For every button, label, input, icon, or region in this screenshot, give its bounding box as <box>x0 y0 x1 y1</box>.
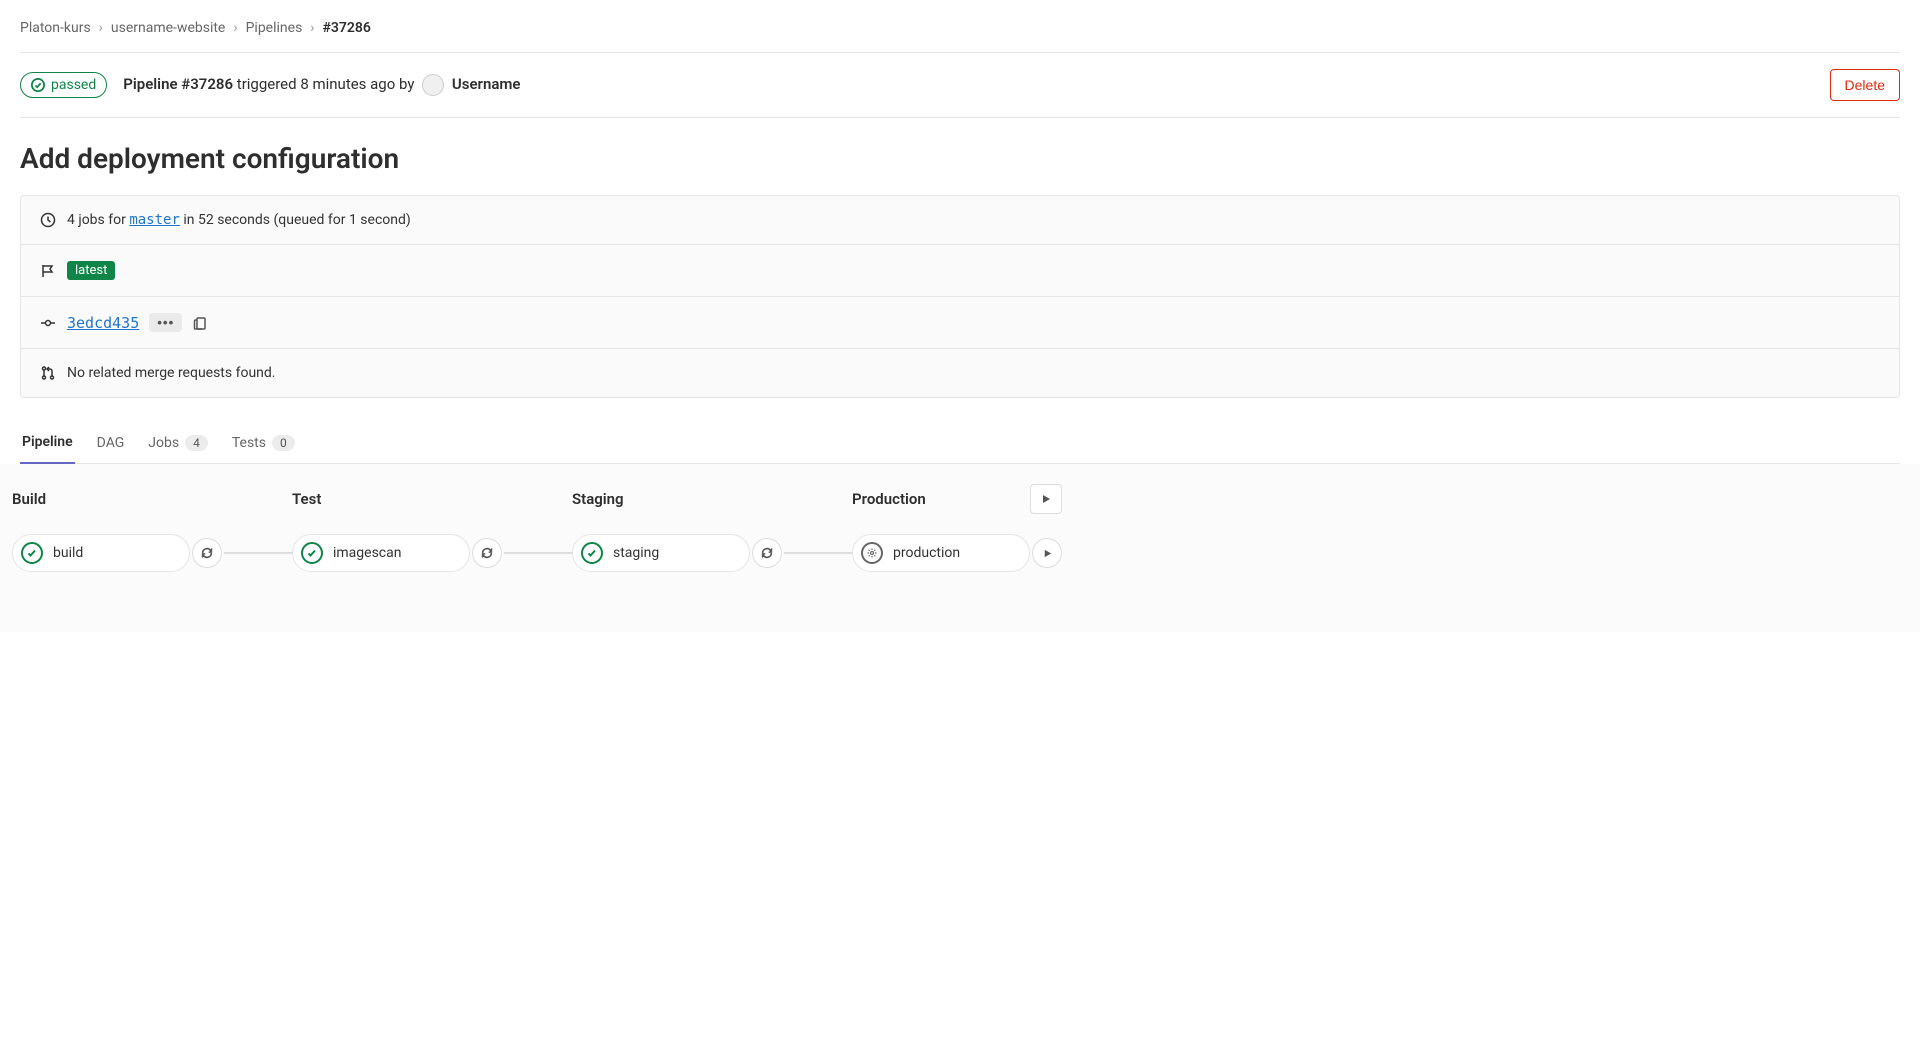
tab-dag[interactable]: DAG <box>95 422 127 463</box>
job-production[interactable]: production <box>852 534 1030 572</box>
branch-link[interactable]: master <box>129 212 180 228</box>
stage-title: Staging <box>572 490 624 508</box>
job-staging[interactable]: staging <box>572 534 750 572</box>
retry-button[interactable] <box>752 538 782 568</box>
breadcrumb-section[interactable]: Pipelines <box>246 20 303 36</box>
tab-tests[interactable]: Tests 0 <box>230 422 297 463</box>
job-imagescan[interactable]: imagescan <box>292 534 470 572</box>
username-link[interactable]: Username <box>452 75 521 93</box>
retry-button[interactable] <box>192 538 222 568</box>
check-circle-icon <box>21 542 43 564</box>
breadcrumb: Platon-kurs › username-website › Pipelin… <box>20 20 1900 53</box>
expand-commit-button[interactable]: ••• <box>149 313 182 332</box>
play-job-button[interactable] <box>1032 538 1062 568</box>
merge-request-icon <box>39 365 57 381</box>
merge-requests-row: No related merge requests found. <box>21 349 1899 397</box>
check-circle-icon <box>31 78 45 92</box>
tab-jobs[interactable]: Jobs 4 <box>146 422 210 463</box>
jobs-count-text: 4 jobs for <box>67 212 126 228</box>
tabs: Pipeline DAG Jobs 4 Tests 0 <box>20 422 1900 464</box>
clock-icon <box>39 212 57 228</box>
chevron-right-icon: › <box>310 20 314 36</box>
stage-staging: Staging staging <box>572 484 782 572</box>
copy-sha-button[interactable] <box>192 315 208 331</box>
breadcrumb-current: #37286 <box>323 20 371 36</box>
merge-requests-text: No related merge requests found. <box>67 365 275 381</box>
retry-icon <box>480 546 494 560</box>
breadcrumb-group[interactable]: Platon-kurs <box>20 20 91 36</box>
status-text: passed <box>51 77 96 93</box>
pipeline-id: Pipeline #37286 <box>123 75 233 93</box>
retry-button[interactable] <box>472 538 502 568</box>
check-circle-icon <box>581 542 603 564</box>
job-name: production <box>893 545 960 561</box>
status-badge-passed: passed <box>20 72 107 98</box>
job-name: imagescan <box>333 545 401 561</box>
tags-row: latest <box>21 245 1899 297</box>
job-build[interactable]: build <box>12 534 190 572</box>
retry-icon <box>760 546 774 560</box>
stage-title: Production <box>852 490 926 508</box>
stage-production: Production production <box>852 484 1062 572</box>
stage-test: Test imagescan <box>292 484 502 572</box>
pipeline-header: passed Pipeline #37286 triggered 8 minut… <box>20 69 1900 118</box>
commit-row: 3edcd435 ••• <box>21 297 1899 349</box>
delete-button[interactable]: Delete <box>1830 69 1900 101</box>
chevron-right-icon: › <box>233 20 237 36</box>
job-name: build <box>53 545 83 561</box>
clipboard-icon <box>192 315 208 331</box>
check-circle-icon <box>301 542 323 564</box>
job-name: staging <box>613 545 659 561</box>
commit-sha-link[interactable]: 3edcd435 <box>67 314 139 332</box>
page-title: Add deployment configuration <box>20 142 1900 175</box>
latest-tag: latest <box>67 261 115 280</box>
chevron-right-icon: › <box>99 20 103 36</box>
tab-tests-label: Tests <box>232 435 266 451</box>
gear-icon <box>861 542 883 564</box>
retry-icon <box>200 546 214 560</box>
avatar[interactable] <box>422 74 444 96</box>
jobs-count-badge: 4 <box>185 435 208 451</box>
connector-line <box>224 552 292 554</box>
breadcrumb-project[interactable]: username-website <box>111 20 225 36</box>
connector-line <box>784 552 852 554</box>
play-icon <box>1042 548 1053 559</box>
run-stage-button[interactable] <box>1030 484 1062 514</box>
pipeline-graph: Build build Test <box>0 464 1920 632</box>
stage-title: Test <box>292 490 321 508</box>
connector-line <box>504 552 572 554</box>
duration-text: in 52 seconds (queued for 1 second) <box>183 212 410 228</box>
jobs-summary-row: 4 jobs for master in 52 seconds (queued … <box>21 196 1899 245</box>
tab-jobs-label: Jobs <box>148 435 179 451</box>
pipeline-details: 4 jobs for master in 52 seconds (queued … <box>20 195 1900 398</box>
play-icon <box>1040 493 1052 505</box>
tab-pipeline[interactable]: Pipeline <box>20 422 75 464</box>
commit-icon <box>39 315 57 331</box>
stage-build: Build build <box>12 484 222 572</box>
tests-count-badge: 0 <box>272 435 295 451</box>
flag-icon <box>39 263 57 279</box>
stage-title: Build <box>12 490 46 508</box>
pipeline-info: Pipeline #37286 triggered 8 minutes ago … <box>123 74 520 96</box>
triggered-text: triggered 8 minutes ago by <box>237 75 415 93</box>
